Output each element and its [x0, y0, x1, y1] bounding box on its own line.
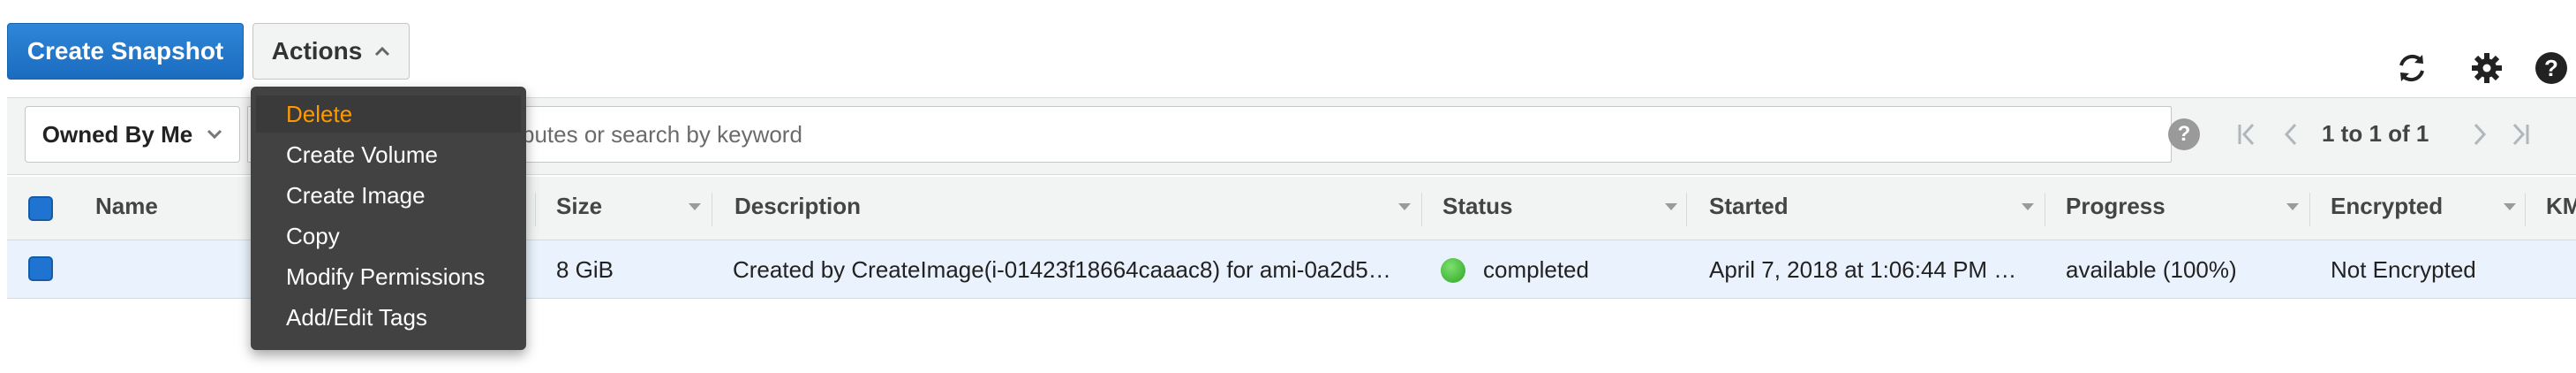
- caret-down-icon[interactable]: [2022, 203, 2034, 210]
- refresh-icon[interactable]: [2392, 49, 2431, 88]
- caret-down-icon[interactable]: [689, 203, 701, 210]
- owned-by-label: Owned By Me: [41, 120, 193, 148]
- search-input[interactable]: butes or search by keyword: [247, 106, 2172, 163]
- gear-icon[interactable]: [2467, 49, 2506, 88]
- menu-item-create-volume[interactable]: Create Volume: [286, 141, 438, 169]
- chevron-down-icon: [207, 129, 222, 140]
- menu-item-copy[interactable]: Copy: [286, 223, 340, 250]
- help-icon[interactable]: ?: [2532, 49, 2571, 88]
- cell-status: completed: [1483, 256, 1589, 283]
- select-all-checkbox[interactable]: [28, 196, 53, 221]
- menu-item-delete[interactable]: Delete: [286, 101, 352, 128]
- column-divider[interactable]: [2525, 193, 2526, 226]
- last-page-icon[interactable]: [2507, 117, 2534, 152]
- column-divider[interactable]: [2309, 193, 2310, 226]
- status-completed-icon: [1441, 258, 1465, 283]
- menu-item-modify-permissions[interactable]: Modify Permissions: [286, 263, 485, 291]
- pagination-text: 1 to 1 of 1: [2322, 120, 2429, 147]
- menu-item-add-edit-tags[interactable]: Add/Edit Tags: [286, 304, 427, 331]
- caret-down-icon[interactable]: [2286, 203, 2299, 210]
- owned-by-dropdown[interactable]: Owned By Me: [25, 106, 240, 163]
- column-header-encrypted[interactable]: Encrypted: [2331, 193, 2443, 220]
- column-divider[interactable]: [535, 193, 536, 226]
- actions-label: Actions: [271, 37, 363, 65]
- chevron-up-icon: [375, 46, 390, 57]
- column-header-status[interactable]: Status: [1442, 193, 1512, 220]
- cell-started: April 7, 2018 at 1:06:44 PM …: [1709, 256, 2017, 283]
- menu-item-create-image[interactable]: Create Image: [286, 182, 426, 209]
- column-header-progress[interactable]: Progress: [2066, 193, 2165, 220]
- column-header-kms[interactable]: KM: [2546, 193, 2576, 220]
- caret-down-icon[interactable]: [1665, 203, 1677, 210]
- column-header-description[interactable]: Description: [734, 193, 861, 220]
- column-divider[interactable]: [1421, 193, 1422, 226]
- next-page-icon[interactable]: [2467, 117, 2493, 152]
- column-header-name[interactable]: Name: [95, 193, 158, 220]
- column-divider[interactable]: [1686, 193, 1687, 226]
- svg-text:?: ?: [2544, 55, 2558, 81]
- caret-down-icon[interactable]: [2504, 203, 2516, 210]
- cell-description: Created by CreateImage(i-01423f18664caaa…: [733, 256, 1391, 283]
- column-header-size[interactable]: Size: [556, 193, 602, 220]
- first-page-icon[interactable]: [2233, 117, 2260, 152]
- actions-button[interactable]: Actions: [252, 23, 410, 80]
- search-help-icon[interactable]: ?: [2168, 118, 2200, 150]
- column-header-started[interactable]: Started: [1709, 193, 1789, 220]
- previous-page-icon[interactable]: [2278, 117, 2304, 152]
- caret-down-icon[interactable]: [1398, 203, 1411, 210]
- row-checkbox[interactable]: [28, 256, 53, 281]
- create-snapshot-button[interactable]: Create Snapshot: [7, 23, 244, 80]
- cell-size: 8 GiB: [556, 256, 614, 283]
- cell-encrypted: Not Encrypted: [2331, 256, 2476, 283]
- cell-progress: available (100%): [2066, 256, 2237, 283]
- search-placeholder: butes or search by keyword: [522, 120, 802, 148]
